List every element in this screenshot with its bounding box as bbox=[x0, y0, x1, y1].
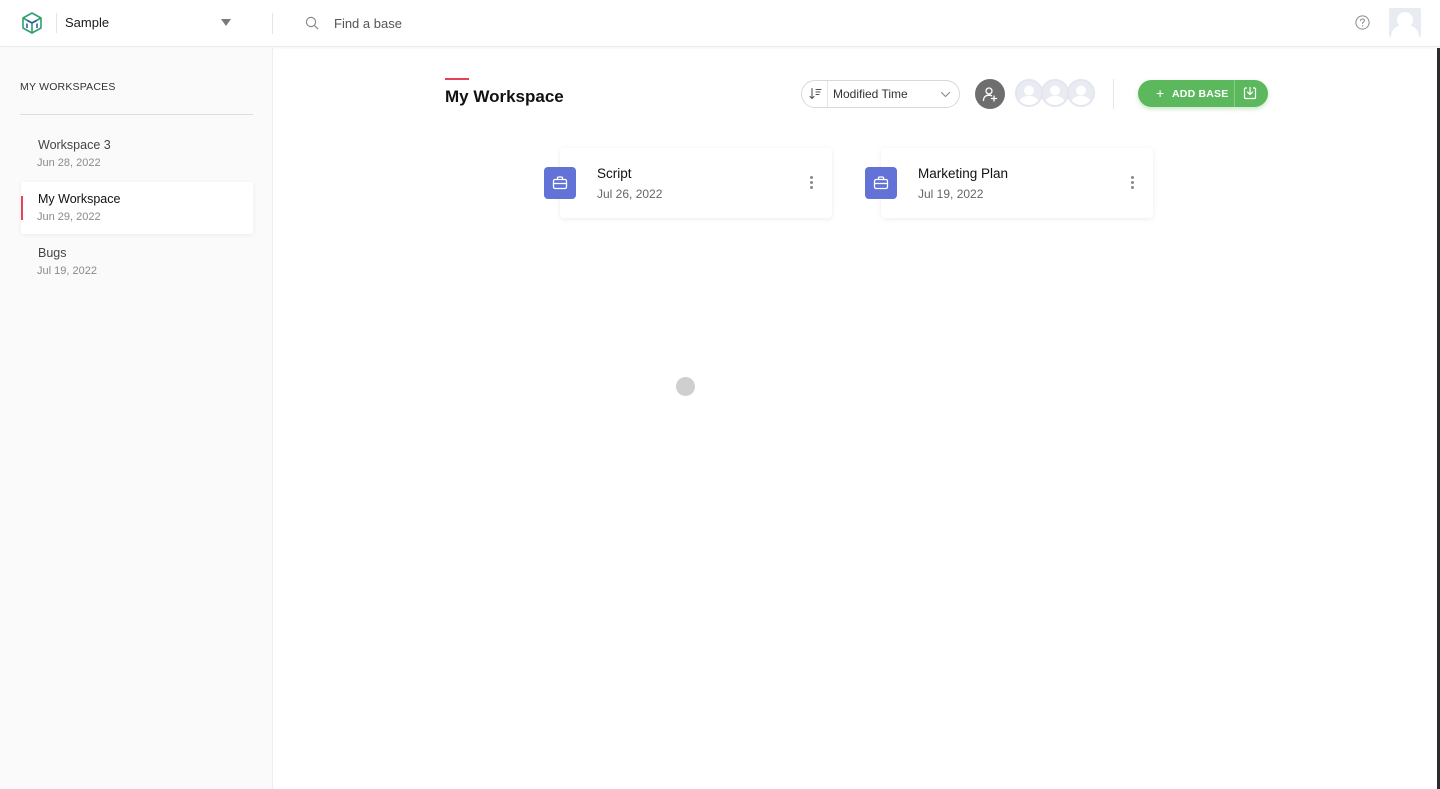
briefcase-icon bbox=[552, 176, 568, 190]
workspace-date: Jun 28, 2022 bbox=[37, 157, 101, 169]
add-base-button[interactable]: + ADD BASE bbox=[1138, 80, 1234, 107]
base-date: Jul 26, 2022 bbox=[597, 187, 663, 201]
app-window: Sample MY WORKSPACES Workspace 3 Jun 28,… bbox=[0, 0, 1440, 789]
member-avatar-icon bbox=[1069, 81, 1093, 105]
base-icon bbox=[865, 167, 897, 199]
user-avatar-icon bbox=[1391, 12, 1419, 37]
org-name[interactable]: Sample bbox=[65, 15, 109, 30]
workspace-name: Bugs bbox=[38, 246, 67, 260]
loading-indicator bbox=[676, 377, 695, 396]
base-date: Jul 19, 2022 bbox=[918, 187, 984, 201]
page-title: My Workspace bbox=[445, 87, 564, 106]
sort-dropdown[interactable]: Modified Time bbox=[801, 80, 960, 108]
sidebar-item-workspace-3[interactable]: Workspace 3 Jun 28, 2022 bbox=[21, 128, 253, 180]
header-divider bbox=[1113, 79, 1114, 109]
base-card-marketing-plan[interactable]: Marketing Plan Jul 19, 2022 bbox=[865, 148, 1153, 218]
org-dropdown-icon[interactable] bbox=[221, 19, 231, 26]
add-user-icon bbox=[982, 87, 998, 102]
more-vertical-icon[interactable] bbox=[1125, 174, 1139, 190]
base-name: Script bbox=[597, 166, 632, 181]
workspace-date: Jun 29, 2022 bbox=[37, 211, 101, 223]
member-avatar[interactable] bbox=[1041, 79, 1069, 107]
workspace-name: My Workspace bbox=[38, 192, 121, 206]
briefcase-icon bbox=[873, 176, 889, 190]
member-avatar-icon bbox=[1017, 81, 1041, 105]
member-avatar-icon bbox=[1043, 81, 1067, 105]
invite-member-button[interactable] bbox=[975, 79, 1005, 109]
sort-label: Modified Time bbox=[833, 87, 908, 101]
user-avatar[interactable] bbox=[1389, 8, 1421, 37]
workspace-date: Jul 19, 2022 bbox=[37, 265, 97, 277]
import-button[interactable] bbox=[1234, 80, 1268, 107]
sidebar-divider bbox=[20, 114, 253, 115]
search-input[interactable] bbox=[334, 13, 734, 33]
sidebar-item-bugs[interactable]: Bugs Jul 19, 2022 bbox=[21, 236, 253, 288]
sidebar: MY WORKSPACES Workspace 3 Jun 28, 2022 M… bbox=[0, 48, 273, 789]
workspace-name: Workspace 3 bbox=[38, 138, 111, 152]
base-name: Marketing Plan bbox=[918, 166, 1009, 181]
plus-icon: + bbox=[1156, 85, 1165, 101]
sidebar-item-my-workspace[interactable]: My Workspace Jun 29, 2022 bbox=[21, 182, 253, 234]
help-icon[interactable] bbox=[1355, 15, 1370, 30]
chevron-down-icon bbox=[940, 91, 951, 98]
member-avatar[interactable] bbox=[1015, 79, 1043, 107]
add-base-label: ADD BASE bbox=[1172, 88, 1229, 100]
base-card-script[interactable]: Script Jul 26, 2022 bbox=[544, 148, 832, 218]
sidebar-title: MY WORKSPACES bbox=[20, 81, 116, 93]
base-icon bbox=[544, 167, 576, 199]
topbar-divider bbox=[272, 13, 273, 34]
top-bar: Sample bbox=[0, 0, 1440, 47]
member-avatar[interactable] bbox=[1067, 79, 1095, 107]
search-icon bbox=[305, 16, 319, 30]
sort-toggle[interactable] bbox=[802, 81, 828, 107]
logo-divider bbox=[56, 13, 57, 33]
import-icon bbox=[1243, 86, 1257, 100]
title-accent bbox=[445, 78, 469, 80]
cube-logo-icon[interactable] bbox=[20, 11, 44, 35]
sort-icon bbox=[809, 87, 822, 100]
more-vertical-icon[interactable] bbox=[804, 174, 818, 190]
